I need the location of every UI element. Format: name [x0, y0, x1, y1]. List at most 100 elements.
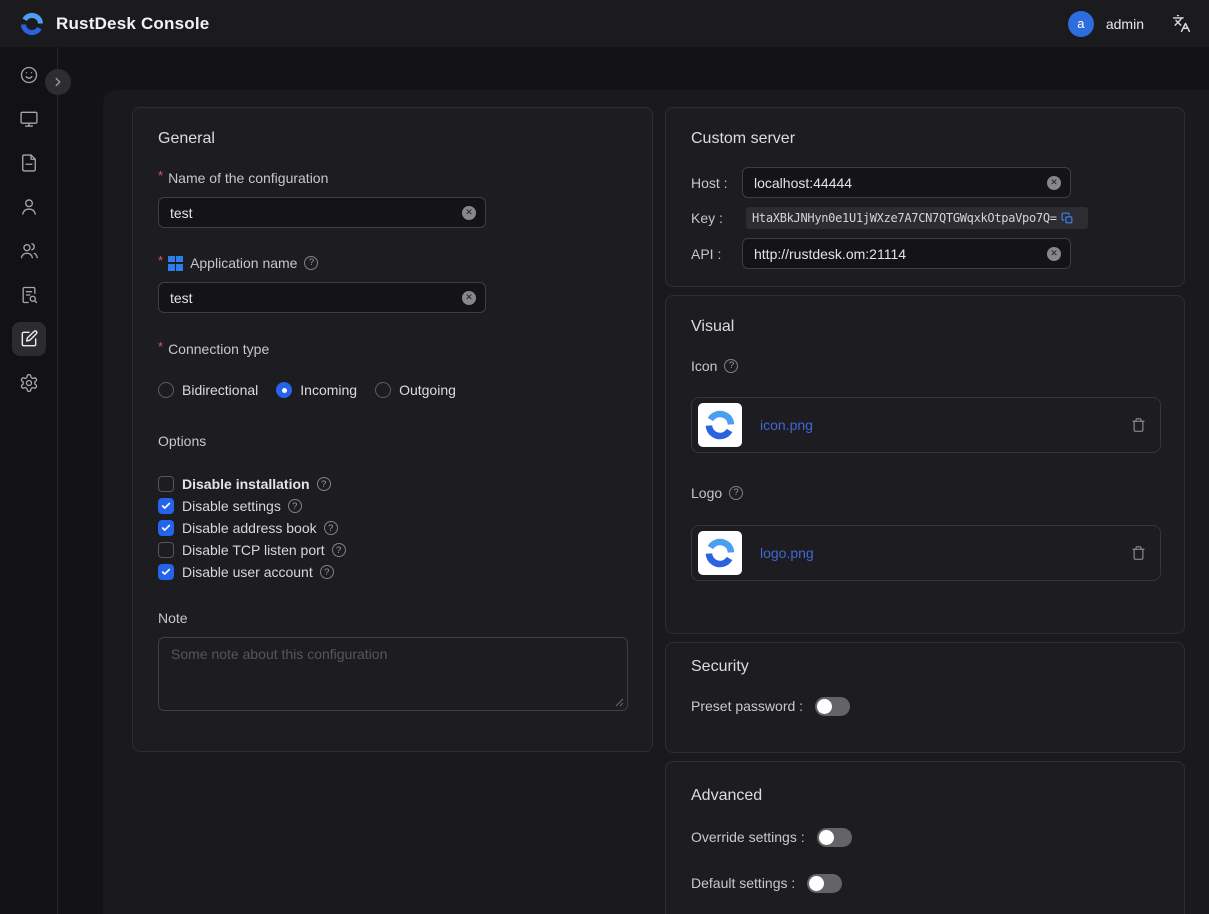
checkbox-icon[interactable] — [158, 520, 174, 536]
help-icon[interactable]: ? — [304, 256, 318, 270]
application-name-input[interactable] — [159, 290, 485, 306]
options-list: Disable installation ? Disable settings … — [158, 473, 628, 583]
help-icon[interactable]: ? — [288, 499, 302, 513]
icon-label: Icon ? — [691, 356, 1160, 376]
api-input-wrapper: ✕ — [742, 238, 1071, 269]
radio-icon[interactable] — [375, 382, 391, 398]
sidebar-item-documents[interactable] — [12, 146, 46, 180]
checkbox-icon[interactable] — [158, 498, 174, 514]
settings-gear-icon — [19, 373, 39, 393]
rustdesk-logo-icon — [702, 535, 738, 571]
default-settings-toggle[interactable] — [807, 874, 842, 893]
key-row: Key : HtaXBkJNHyn0e1U1jWXze7A7CN7QTGWqxk… — [691, 207, 1160, 229]
host-input[interactable] — [743, 175, 1070, 191]
connection-type-label: * Connection type — [158, 339, 628, 359]
override-settings-toggle[interactable] — [817, 828, 852, 847]
host-input-wrapper: ✕ — [742, 167, 1071, 198]
checkbox-disable-address-book[interactable]: Disable address book ? — [158, 517, 628, 539]
preset-password-label: Preset password : — [691, 698, 803, 714]
copy-icon[interactable] — [1061, 212, 1074, 225]
preset-password-toggle[interactable] — [815, 697, 850, 716]
sidebar-item-devices[interactable] — [12, 102, 46, 136]
required-asterisk: * — [158, 337, 163, 357]
radio-outgoing[interactable]: Outgoing — [375, 382, 456, 398]
icon-file-link[interactable]: icon.png — [760, 417, 813, 433]
resize-handle[interactable] — [615, 698, 624, 707]
help-icon[interactable]: ? — [729, 486, 743, 500]
api-row: API : ✕ — [691, 238, 1160, 269]
avatar[interactable]: a — [1068, 11, 1094, 37]
checkbox-disable-tcp-listen-port[interactable]: Disable TCP listen port ? — [158, 539, 628, 561]
config-name-input[interactable] — [159, 205, 485, 221]
trash-icon[interactable] — [1131, 417, 1146, 433]
host-label: Host : — [691, 175, 742, 191]
checkbox-disable-user-account[interactable]: Disable user account ? — [158, 561, 628, 583]
custom-server-card: Custom server Host : ✕ Key : HtaXBkJNHyn… — [665, 107, 1185, 287]
radio-icon[interactable] — [276, 382, 292, 398]
required-asterisk: * — [158, 166, 163, 186]
help-icon[interactable]: ? — [317, 477, 331, 491]
key-value-bar: HtaXBkJNHyn0e1U1jWXze7A7CN7QTGWqxkOtpaVp… — [746, 207, 1088, 229]
default-settings-label: Default settings : — [691, 875, 795, 891]
user-group-icon — [19, 241, 39, 261]
logo-label: Logo ? — [691, 483, 1160, 503]
help-icon[interactable]: ? — [724, 359, 738, 373]
sidebar-item-smiley[interactable] — [12, 58, 46, 92]
language-icon[interactable] — [1172, 14, 1191, 33]
checkbox-icon[interactable] — [158, 476, 174, 492]
checkbox-disable-settings[interactable]: Disable settings ? — [158, 495, 628, 517]
clear-icon[interactable]: ✕ — [1047, 176, 1061, 190]
help-icon[interactable]: ? — [332, 543, 346, 557]
advanced-card: Advanced Override settings : Default set… — [665, 761, 1185, 914]
checkbox-disable-installation[interactable]: Disable installation ? — [158, 473, 628, 495]
audit-log-icon — [19, 285, 39, 305]
avatar-initial: a — [1077, 16, 1084, 31]
checkbox-icon[interactable] — [158, 564, 174, 580]
radio-incoming[interactable]: Incoming — [276, 382, 357, 398]
override-settings-row: Override settings : — [691, 826, 1160, 848]
api-label: API : — [691, 246, 742, 262]
radio-icon[interactable] — [158, 382, 174, 398]
clear-icon[interactable]: ✕ — [1047, 247, 1061, 261]
security-card: Security Preset password : — [665, 642, 1185, 753]
sidebar-item-settings[interactable] — [12, 366, 46, 400]
sidebar-item-users[interactable] — [12, 190, 46, 224]
rustdesk-logo-icon — [18, 10, 46, 38]
trash-icon[interactable] — [1131, 545, 1146, 561]
main-panel: General * Name of the configuration ✕ * … — [103, 90, 1209, 914]
rustdesk-logo-icon — [702, 407, 738, 443]
help-icon[interactable]: ? — [324, 521, 338, 535]
security-title: Security — [691, 656, 1160, 678]
sidebar-expand-button[interactable] — [45, 69, 71, 95]
options-label: Options — [158, 431, 628, 451]
key-value: HtaXBkJNHyn0e1U1jWXze7A7CN7QTGWqxkOtpaVp… — [752, 211, 1057, 225]
sidebar-item-custom-clients[interactable] — [12, 322, 46, 356]
clear-icon[interactable]: ✕ — [462, 206, 476, 220]
visual-card: Visual Icon ? icon.png Logo ? — [665, 295, 1185, 634]
custom-server-title: Custom server — [691, 128, 1160, 150]
clear-icon[interactable]: ✕ — [462, 291, 476, 305]
username: admin — [1106, 16, 1144, 32]
sidebar — [0, 47, 58, 914]
note-label: Note — [158, 608, 628, 628]
logo-file-link[interactable]: logo.png — [760, 545, 814, 561]
chevron-right-icon — [51, 75, 65, 89]
preset-password-row: Preset password : — [691, 695, 1160, 717]
note-textarea-wrapper — [158, 637, 628, 711]
logo-thumbnail — [698, 531, 742, 575]
user-icon — [19, 197, 39, 217]
custom-client-edit-icon — [19, 329, 39, 349]
windows-icon — [168, 256, 183, 271]
default-settings-row: Default settings : — [691, 872, 1160, 894]
note-textarea[interactable] — [159, 638, 627, 710]
application-name-input-wrapper: ✕ — [158, 282, 486, 313]
api-input[interactable] — [743, 246, 1070, 262]
logo-upload-box: logo.png — [691, 525, 1161, 581]
checkbox-icon[interactable] — [158, 542, 174, 558]
app-title: RustDesk Console — [56, 14, 209, 34]
help-icon[interactable]: ? — [320, 565, 334, 579]
general-title: General — [158, 128, 628, 150]
radio-bidirectional[interactable]: Bidirectional — [158, 382, 258, 398]
sidebar-item-audit[interactable] — [12, 278, 46, 312]
sidebar-item-groups[interactable] — [12, 234, 46, 268]
